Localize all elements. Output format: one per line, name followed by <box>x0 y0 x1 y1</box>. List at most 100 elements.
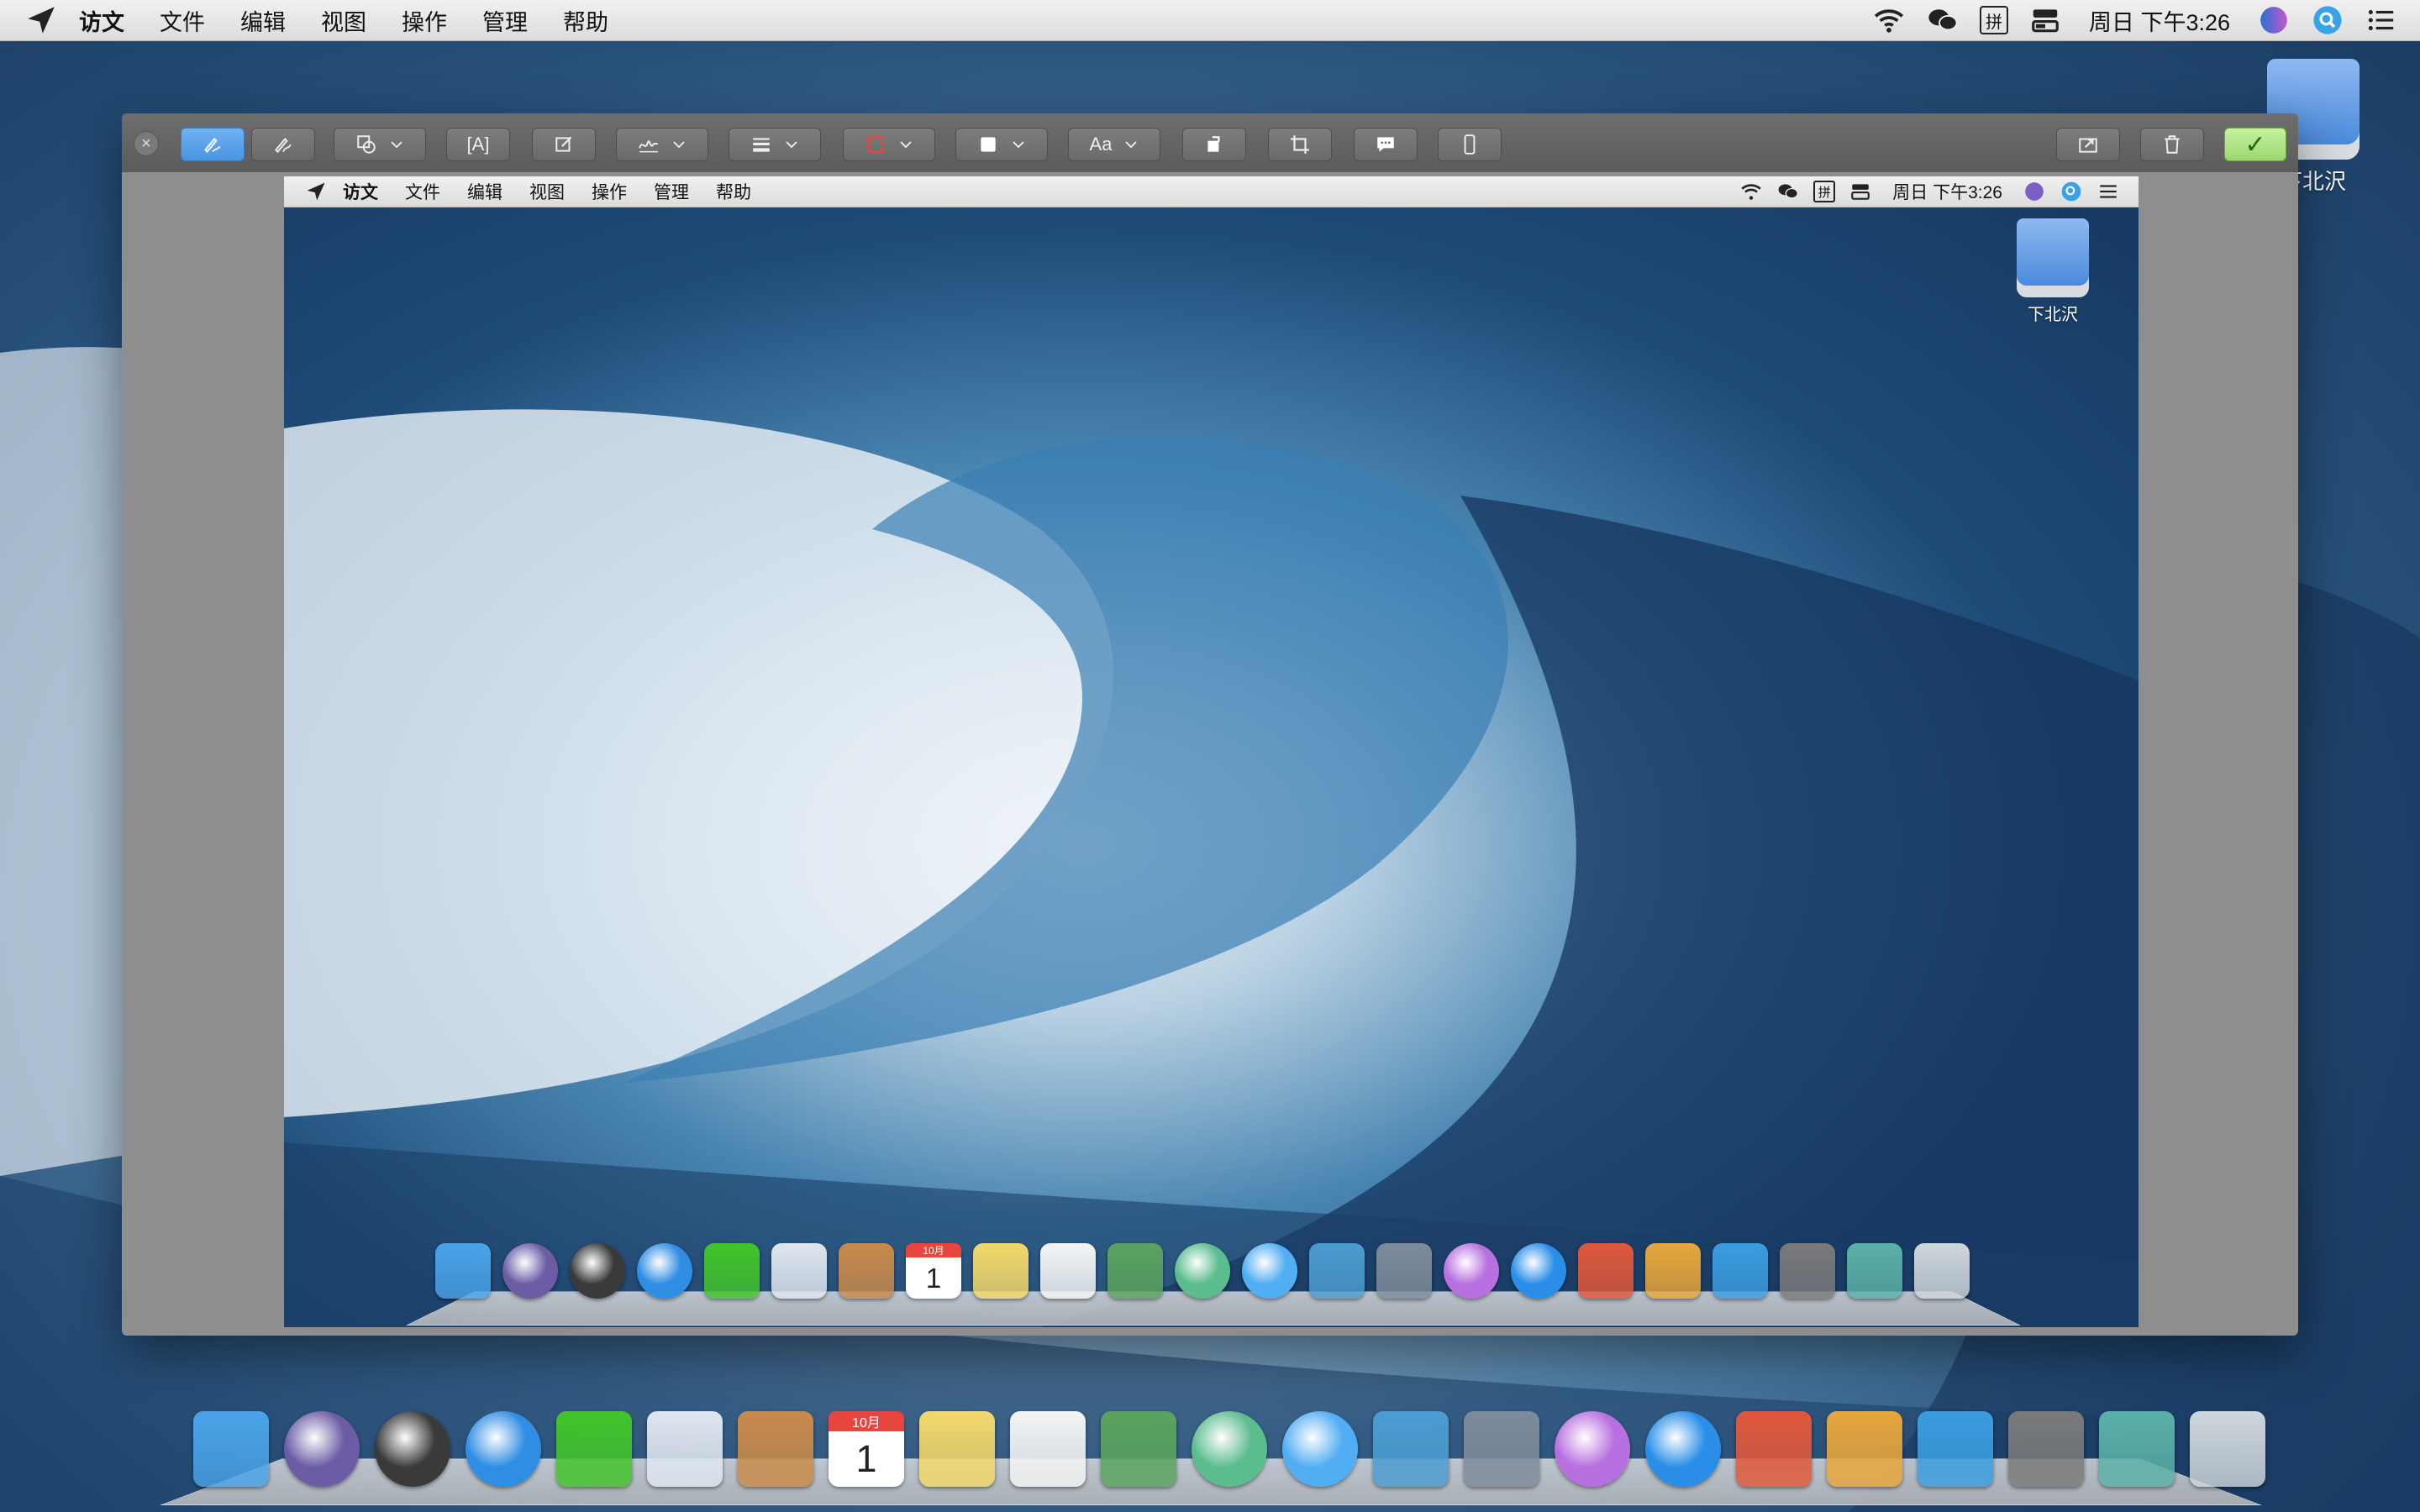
menu-edit[interactable]: 编辑 <box>240 4 286 37</box>
fill-color-icon <box>981 137 996 152</box>
dock-numbers-icon <box>1712 1243 1768 1299</box>
inner-menu-manage: 管理 <box>654 183 689 202</box>
screenshot-editor-window: × [A] Aa ✓ 访文 文件 编辑 视图 操作 管理 帮助 拼 周日 下午3… <box>122 113 2298 1336</box>
dock-finder-icon <box>435 1243 491 1299</box>
dock-numbers-icon[interactable] <box>1918 1411 1993 1487</box>
shapes-tool-button[interactable] <box>334 128 426 161</box>
note-tool-button[interactable] <box>532 128 596 161</box>
dock-siri-icon <box>502 1243 558 1299</box>
chevron-down-icon <box>673 141 685 149</box>
device-frame-tool-button[interactable] <box>1438 128 1502 161</box>
wifi-icon[interactable] <box>1872 3 1906 37</box>
menu-app-name[interactable]: 访文 <box>79 4 124 37</box>
dock-photos-icon[interactable] <box>1192 1411 1267 1487</box>
dock-trash-icon[interactable] <box>2190 1411 2265 1487</box>
speech-bubble-icon <box>1377 137 1394 152</box>
pen-draw-icon <box>275 138 292 154</box>
notification-center-icon[interactable] <box>2365 3 2398 37</box>
dock-launchpad-icon <box>570 1243 625 1299</box>
control-strip-icon[interactable] <box>2028 3 2062 37</box>
share-icon <box>2079 138 2097 153</box>
phone-frame-icon <box>1464 134 1476 155</box>
dock-siri-icon[interactable] <box>284 1411 360 1487</box>
wechat-icon[interactable] <box>1926 3 1960 37</box>
dock-image-capture-icon <box>1376 1243 1432 1299</box>
speech-bubble-tool-button[interactable] <box>1354 128 1418 161</box>
dock-keynote-icon[interactable] <box>1827 1411 1902 1487</box>
dock-wechat-icon <box>704 1243 760 1299</box>
input-method-icon: 拼 <box>1813 181 1836 202</box>
dock-contacts-icon[interactable] <box>738 1411 813 1487</box>
calendar-day: 1 <box>925 1262 942 1294</box>
input-method-icon[interactable]: 拼 <box>1979 6 2008 34</box>
dock-finder-icon[interactable] <box>193 1411 269 1487</box>
signature-icon <box>639 140 659 153</box>
border-color-tool-button[interactable] <box>843 128 935 161</box>
done-button[interactable]: ✓ <box>2224 128 2286 161</box>
dock-mail-icon[interactable] <box>647 1411 723 1487</box>
text-tool-label: [A] <box>466 134 490 155</box>
draw-tool-button[interactable] <box>251 128 315 161</box>
chevron-down-icon <box>391 141 402 149</box>
dock-reminders-icon[interactable] <box>1010 1411 1086 1487</box>
calendar-month: 10月 <box>829 1411 904 1431</box>
dock-mail-icon <box>771 1243 827 1299</box>
location-arrow-icon[interactable] <box>24 3 59 38</box>
text-style-tool-button[interactable]: Aa <box>1068 128 1160 161</box>
menu-file[interactable]: 文件 <box>160 4 205 37</box>
inner-drive-label: 下北沢 <box>2028 306 2078 324</box>
dock: 10月 1 <box>193 1411 2265 1487</box>
border-color-icon <box>867 136 884 153</box>
chevron-down-icon <box>786 141 797 149</box>
dock-keynote-viewer-icon <box>1511 1243 1566 1299</box>
dock-safari-icon <box>637 1243 692 1299</box>
menu-actions[interactable]: 操作 <box>402 4 447 37</box>
dock-notes-icon[interactable] <box>919 1411 995 1487</box>
fill-color-tool-button[interactable] <box>955 128 1048 161</box>
control-strip-icon <box>1849 180 1872 203</box>
line-style-tool-button[interactable] <box>729 128 821 161</box>
dock-wechat-icon[interactable] <box>556 1411 632 1487</box>
dock-messages-icon[interactable] <box>1282 1411 1358 1487</box>
notification-center-icon <box>2096 180 2120 203</box>
sketch-tool-button[interactable] <box>181 128 245 161</box>
menu-view[interactable]: 视图 <box>321 4 366 37</box>
chevron-down-icon <box>1125 141 1138 149</box>
dock-system-preferences-icon[interactable] <box>2008 1411 2084 1487</box>
inner-menu-app-name: 访文 <box>343 183 378 202</box>
dock-itunes-icon[interactable] <box>1555 1411 1630 1487</box>
dock-pages-icon[interactable] <box>1736 1411 1812 1487</box>
location-arrow-icon <box>307 182 325 201</box>
share-button[interactable] <box>2056 128 2120 161</box>
dock-trash-icon <box>1914 1243 1970 1299</box>
dock-image-capture-icon[interactable] <box>1464 1411 1539 1487</box>
close-button[interactable]: × <box>134 131 159 156</box>
dock-notes-icon <box>973 1243 1028 1299</box>
dock-image-upload-icon[interactable] <box>1101 1411 1176 1487</box>
inner-wallpaper <box>284 409 2139 1327</box>
dock-facetime-icon[interactable] <box>1373 1411 1449 1487</box>
sign-tool-button[interactable] <box>616 128 708 161</box>
dock-launchpad-icon[interactable] <box>375 1411 450 1487</box>
screenshot-canvas[interactable]: 访文 文件 编辑 视图 操作 管理 帮助 拼 周日 下午3:26 下北沢 10月… <box>284 176 2139 1327</box>
crop-icon <box>1291 135 1309 154</box>
menu-manage[interactable]: 管理 <box>482 4 528 37</box>
rotate-tool-button[interactable] <box>1182 128 1246 161</box>
menu-help[interactable]: 帮助 <box>563 4 608 37</box>
text-tool-button[interactable]: [A] <box>446 128 510 161</box>
delete-button[interactable] <box>2140 128 2204 161</box>
dock-safari-icon[interactable] <box>466 1411 541 1487</box>
inner-menu-bar: 访文 文件 编辑 视图 操作 管理 帮助 拼 周日 下午3:26 <box>284 176 2139 207</box>
dock-pages-icon <box>1578 1243 1634 1299</box>
spotlight-icon[interactable] <box>2311 3 2344 37</box>
calendar-day: 1 <box>855 1437 877 1480</box>
inner-menu-actions: 操作 <box>592 183 627 202</box>
dock-downloads-icon[interactable] <box>2099 1411 2175 1487</box>
inner-menu-edit: 编辑 <box>467 183 502 202</box>
dock-contacts-icon <box>839 1243 894 1299</box>
dock-calendar-icon[interactable]: 10月 1 <box>829 1411 904 1487</box>
crop-tool-button[interactable] <box>1268 128 1332 161</box>
dock-keynote-viewer-icon[interactable] <box>1645 1411 1721 1487</box>
siri-icon[interactable] <box>2257 3 2291 37</box>
clock[interactable]: 周日 下午3:26 <box>2089 4 2230 37</box>
